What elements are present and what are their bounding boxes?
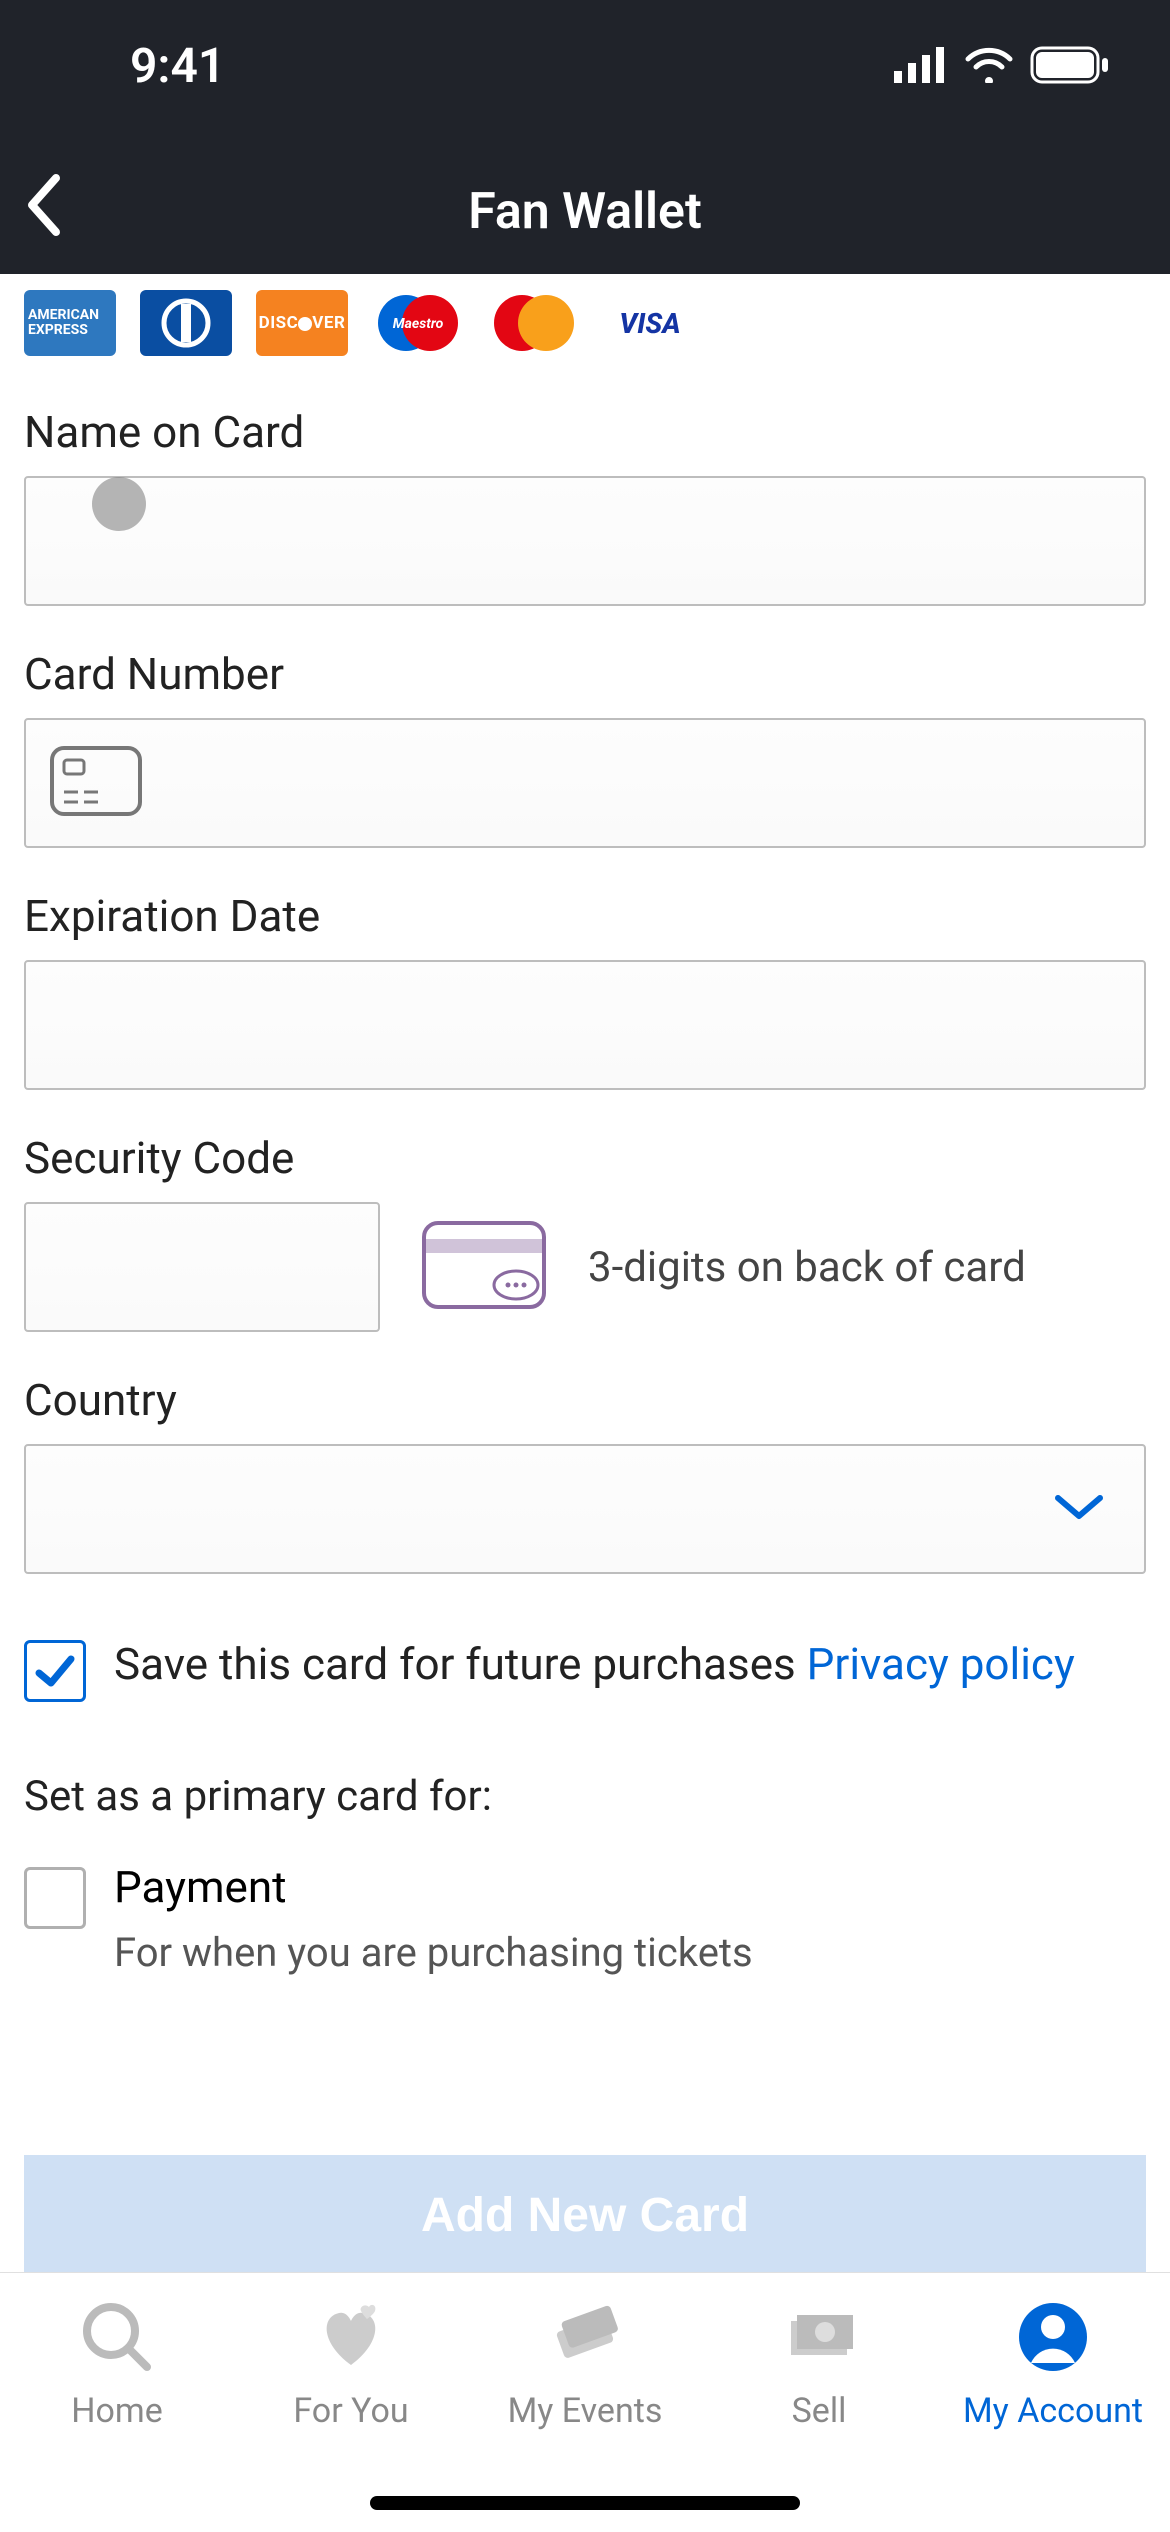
tab-sell-label: Sell [792, 2391, 847, 2431]
primary-payment-subtext: For when you are purchasing tickets [114, 1929, 753, 1976]
tab-account-label: My Account [963, 2391, 1143, 2431]
accepted-cards-row: AMERICAN EXPRESS DISCVER Maestro V [24, 274, 1146, 406]
security-code-label: Security Code [24, 1132, 1146, 1184]
svg-text:Maestro: Maestro [393, 316, 444, 332]
save-card-checkbox[interactable] [24, 1640, 86, 1702]
chevron-left-icon [20, 170, 68, 240]
form-content: AMERICAN EXPRESS DISCVER Maestro V [0, 274, 1170, 1976]
expiration-input[interactable] [24, 960, 1146, 1090]
name-on-card-label: Name on Card [24, 406, 1146, 458]
home-indicator[interactable] [370, 2496, 800, 2510]
status-icons [894, 46, 1110, 84]
card-icon [48, 744, 144, 822]
tab-foryou[interactable]: For You [234, 2297, 468, 2431]
tab-bar: Home For You My Events Sell My A [0, 2272, 1170, 2532]
chevron-down-icon [1052, 1490, 1106, 1528]
card-number-label: Card Number [24, 648, 1146, 700]
country-group: Country [24, 1374, 1146, 1574]
maestro-logo: Maestro [372, 290, 464, 356]
tab-sell[interactable]: Sell [702, 2297, 936, 2431]
save-card-row: Save this card for future purchases Priv… [24, 1634, 1146, 1702]
diners-logo [140, 290, 232, 356]
mastercard-logo [488, 290, 580, 356]
country-select[interactable] [24, 1444, 1146, 1574]
card-number-group: Card Number [24, 648, 1146, 848]
security-code-hint: 3-digits on back of card [588, 1243, 1026, 1292]
money-icon [779, 2297, 859, 2377]
primary-payment-row: Payment For when you are purchasing tick… [24, 1861, 1146, 1976]
add-new-card-button[interactable]: Add New Card [24, 2155, 1146, 2275]
account-icon [1013, 2297, 1093, 2377]
expiration-label: Expiration Date [24, 890, 1146, 942]
discover-logo: DISCVER [256, 290, 348, 356]
security-code-group: Security Code 3-digits on back of card [24, 1132, 1146, 1332]
status-bar: 9:41 [0, 0, 1170, 150]
tab-home-label: Home [71, 2391, 163, 2431]
save-card-label-text: Save this card for future purchases [114, 1638, 807, 1690]
primary-payment-label: Payment [114, 1861, 753, 1913]
country-label: Country [24, 1374, 1146, 1426]
back-button[interactable] [20, 170, 68, 244]
touch-indicator [92, 477, 146, 531]
add-new-card-label: Add New Card [421, 2188, 749, 2243]
expiration-group: Expiration Date [24, 890, 1146, 1090]
wifi-icon [964, 47, 1014, 83]
privacy-policy-link[interactable]: Privacy policy [807, 1638, 1075, 1690]
name-on-card-group: Name on Card [24, 406, 1146, 606]
tab-foryou-label: For You [293, 2391, 408, 2431]
tab-events[interactable]: My Events [468, 2297, 702, 2431]
primary-card-heading: Set as a primary card for: [24, 1772, 1146, 1821]
cvv-card-icon [420, 1219, 548, 1315]
cellular-icon [894, 47, 948, 83]
page-title: Fan Wallet [468, 183, 702, 241]
search-icon [77, 2297, 157, 2377]
visa-logo: VISA [604, 290, 696, 356]
ticket-icon [545, 2297, 625, 2377]
tab-events-label: My Events [508, 2391, 663, 2431]
battery-icon [1030, 46, 1110, 84]
heart-icon [311, 2297, 391, 2377]
save-card-text: Save this card for future purchases Priv… [114, 1634, 1075, 1696]
name-on-card-input[interactable] [24, 476, 1146, 606]
tab-account[interactable]: My Account [936, 2297, 1170, 2431]
check-icon [33, 1649, 77, 1693]
primary-payment-checkbox[interactable] [24, 1867, 86, 1929]
tab-home[interactable]: Home [0, 2297, 234, 2431]
amex-logo: AMERICAN EXPRESS [24, 290, 116, 356]
security-code-input[interactable] [24, 1202, 380, 1332]
card-number-input[interactable] [24, 718, 1146, 848]
status-time: 9:41 [130, 37, 225, 94]
header: Fan Wallet [0, 150, 1170, 274]
